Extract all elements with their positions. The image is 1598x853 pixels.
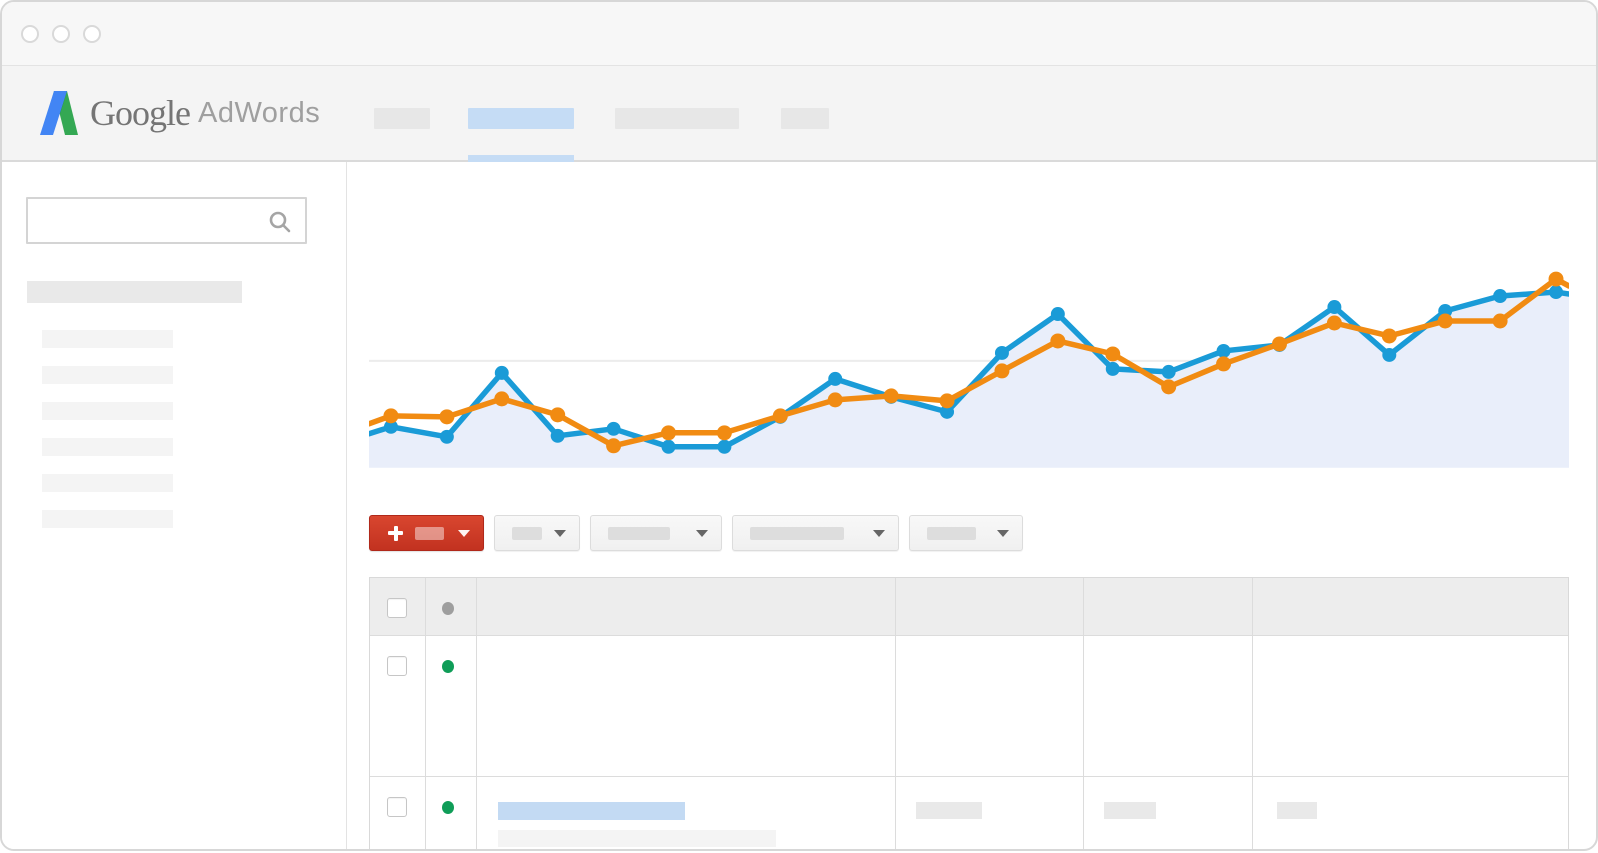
status-dot-icon	[442, 602, 454, 615]
plus-icon	[388, 526, 403, 541]
brand-logo: Google AdWords	[40, 66, 320, 160]
metric-placeholder	[1277, 802, 1317, 819]
add-button-label-placeholder	[415, 527, 444, 540]
sidebar-search-box	[26, 197, 307, 244]
window-zoom-icon[interactable]	[83, 25, 101, 43]
header-column	[1253, 578, 1564, 635]
active-tab-underline	[468, 155, 574, 162]
window-minimize-icon[interactable]	[52, 25, 70, 43]
row-metric-cell	[896, 777, 1084, 851]
sidebar-section-header	[27, 281, 242, 303]
row-select-cell	[370, 777, 426, 851]
dropdown-label-placeholder	[750, 527, 844, 540]
google-wordmark: Google	[90, 92, 190, 134]
row-cell	[477, 636, 896, 776]
campaign-subtitle-placeholder	[498, 830, 776, 847]
app-header: Google AdWords	[2, 66, 1596, 162]
status-enabled-icon	[442, 801, 454, 814]
row-checkbox[interactable]	[387, 656, 407, 676]
dropdown-label-placeholder	[608, 527, 670, 540]
search-input[interactable]	[28, 199, 305, 242]
row-status-cell	[426, 777, 477, 851]
caret-down-icon	[554, 530, 566, 537]
row-checkbox[interactable]	[387, 797, 407, 817]
row-name-cell	[477, 777, 896, 851]
caret-down-icon	[997, 530, 1009, 537]
sidebar-item-3[interactable]	[42, 402, 173, 420]
dropdown-button-1[interactable]	[494, 515, 580, 551]
adwords-logo-icon	[40, 91, 78, 135]
browser-window: Google AdWords	[0, 0, 1598, 851]
nav-tab-4[interactable]	[781, 108, 829, 129]
table-row	[370, 636, 1568, 777]
sidebar-item-1[interactable]	[42, 330, 173, 348]
performance-chart	[369, 167, 1569, 468]
dropdown-button-3[interactable]	[732, 515, 899, 551]
dropdown-label-placeholder	[512, 527, 542, 540]
caret-down-icon	[696, 530, 708, 537]
caret-down-icon	[458, 530, 470, 537]
sidebar-item-6[interactable]	[42, 510, 173, 528]
row-select-cell	[370, 636, 426, 776]
sidebar	[2, 162, 347, 851]
product-wordmark: AdWords	[198, 97, 320, 130]
select-all-checkbox[interactable]	[387, 598, 407, 618]
sidebar-item-4[interactable]	[42, 438, 173, 456]
line-chart	[369, 167, 1569, 468]
dropdown-button-2[interactable]	[590, 515, 722, 551]
nav-tab-2-active[interactable]	[468, 108, 574, 129]
add-campaign-button[interactable]	[369, 515, 484, 551]
header-column	[477, 578, 896, 635]
sidebar-item-2[interactable]	[42, 366, 173, 384]
search-icon[interactable]	[267, 209, 293, 235]
header-status-cell	[426, 578, 477, 635]
status-enabled-icon	[442, 660, 454, 673]
metric-placeholder	[1104, 802, 1156, 819]
header-select-cell	[370, 578, 426, 635]
nav-tab-3[interactable]	[615, 108, 739, 129]
caret-down-icon	[873, 530, 885, 537]
header-column	[1084, 578, 1253, 635]
main-content	[347, 162, 1596, 851]
header-column	[896, 578, 1084, 635]
toolbar	[369, 515, 1596, 551]
sidebar-item-list	[2, 330, 346, 528]
row-cell	[896, 636, 1084, 776]
nav-tab-1[interactable]	[374, 108, 430, 129]
campaign-link-placeholder[interactable]	[498, 802, 685, 820]
row-cell	[1253, 636, 1564, 776]
row-metric-cell	[1253, 777, 1564, 851]
window-chrome-bar	[2, 2, 1596, 66]
table-row	[370, 777, 1568, 851]
sidebar-item-5[interactable]	[42, 474, 173, 492]
campaigns-table	[369, 577, 1569, 851]
row-metric-cell	[1084, 777, 1253, 851]
window-close-icon[interactable]	[21, 25, 39, 43]
dropdown-label-placeholder	[927, 527, 976, 540]
dropdown-button-4[interactable]	[909, 515, 1023, 551]
metric-placeholder	[916, 802, 982, 819]
row-cell	[1084, 636, 1253, 776]
table-header-row	[370, 578, 1568, 636]
row-status-cell	[426, 636, 477, 776]
